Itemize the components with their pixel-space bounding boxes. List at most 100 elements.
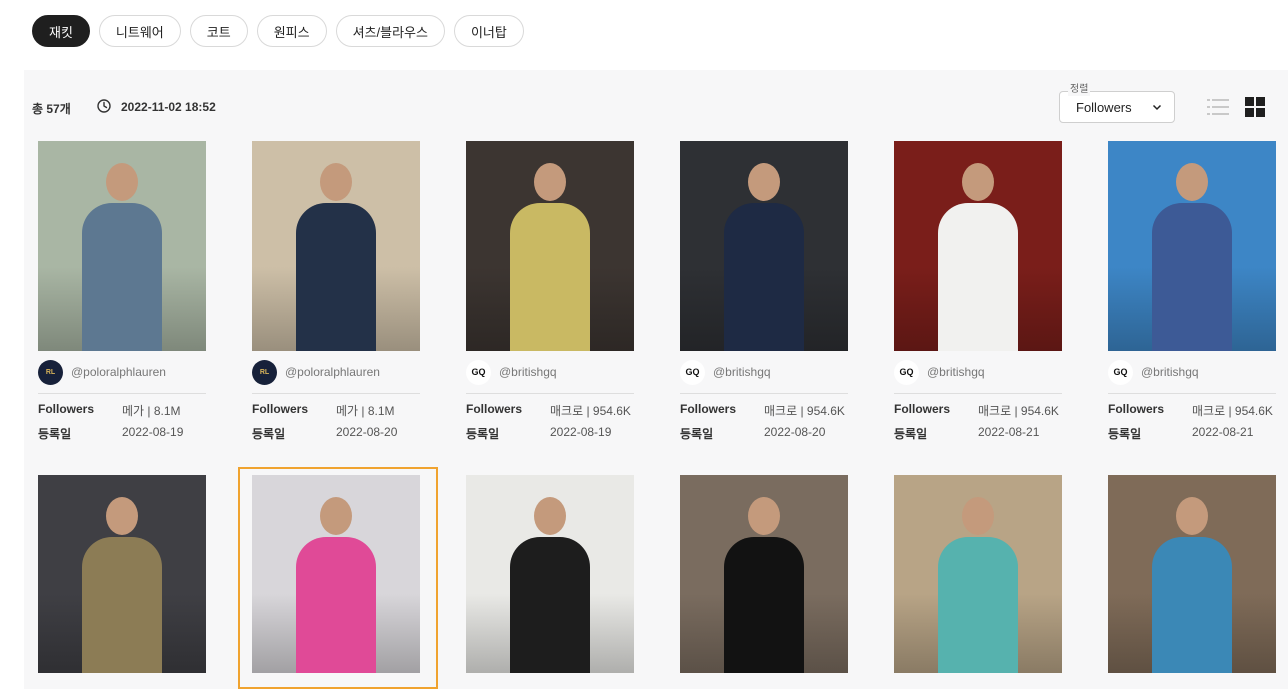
registered-label: 등록일 [1108,427,1142,441]
category-chip-shirt-blouse[interactable]: 셔츠/블라우스 [335,15,445,47]
person-head [106,163,138,201]
account-handle[interactable]: @britishgq [713,365,771,379]
followers-label: Followers [894,402,951,416]
registered-label: 등록일 [252,427,286,441]
influencer-card[interactable]: GQ @britishgq Followers 매크로 | 954.6K 등록일 2… [680,141,848,441]
post-photo[interactable] [894,141,1062,351]
person-head [534,163,566,201]
account-row: RL @poloralphlauren [252,358,420,394]
followers-label: Followers [1108,402,1165,416]
influencer-card[interactable]: RL @poloralphlauren Followers 메가 | 8.1M 등… [252,141,420,441]
influencer-card[interactable] [38,475,206,673]
post-photo[interactable] [38,475,206,673]
update-datetime: 2022-11-02 18:52 [121,100,216,114]
person-head [962,163,994,201]
registered-label: 등록일 [466,427,500,441]
registered-date: 2022-08-21 [978,425,1040,439]
person-body [1152,203,1232,351]
influencer-card[interactable] [894,475,1062,673]
gq-logo-icon: GQ [680,359,705,385]
registered-date: 2022-08-21 [1192,425,1254,439]
influencer-card[interactable] [1108,475,1276,673]
followers-label: Followers [466,402,523,416]
post-photo[interactable] [252,141,420,351]
account-row: GQ @britishgq [894,358,1062,394]
followers-value: 메가 | 8.1M [336,404,395,418]
post-photo[interactable] [1108,141,1276,351]
post-photo[interactable] [38,141,206,351]
followers-label: Followers [252,402,309,416]
influencer-card[interactable]: GQ @britishgq Followers 매크로 | 954.6K 등록일 2… [894,141,1062,441]
content-panel [24,70,1288,689]
sort-value: Followers [1076,100,1132,115]
person-body [724,537,804,673]
post-photo[interactable] [894,475,1062,673]
followers-label: Followers [38,402,95,416]
post-photo[interactable] [1108,475,1276,673]
account-handle[interactable]: @britishgq [927,365,985,379]
followers-value: 매크로 | 954.6K [764,404,845,418]
category-chip-knitwear[interactable]: 니트웨어 [98,15,181,47]
person-body [296,537,376,673]
person-head [320,163,352,201]
influencer-card[interactable] [252,475,420,673]
sort-label: 정렬 [1068,84,1091,96]
person-head [748,497,780,535]
account-handle[interactable]: @britishgq [499,365,557,379]
person-head [1176,497,1208,535]
registered-date: 2022-08-20 [764,425,826,439]
post-photo[interactable] [680,475,848,673]
followers-value: 메가 | 8.1M [122,404,181,418]
person-body [1152,537,1232,673]
gq-logo-icon: GQ [1108,359,1133,385]
grid-view-icon[interactable] [1245,97,1265,117]
person-head [1176,163,1208,201]
account-row: GQ @britishgq [1108,358,1276,394]
account-row: GQ @britishgq [466,358,634,394]
registered-date: 2022-08-20 [336,425,398,439]
registered-label: 등록일 [38,427,72,441]
account-handle[interactable]: @poloralphlauren [285,365,380,379]
person-body [82,203,162,351]
person-body [938,537,1018,673]
person-body [296,203,376,351]
person-body [724,203,804,351]
category-chip-dress[interactable]: 원피스 [256,15,327,47]
category-tabs: 재킷 니트웨어 코트 원피스 셔츠/블라우스 이너탑 [32,15,524,47]
followers-label: Followers [680,402,737,416]
avatar: RL [38,359,63,385]
person-body [938,203,1018,351]
post-photo[interactable] [680,141,848,351]
influencer-card[interactable]: GQ @britishgq Followers 매크로 | 954.6K 등록일 2… [466,141,634,441]
sort-select[interactable]: 정렬 Followers [1059,84,1175,123]
account-handle[interactable]: @poloralphlauren [71,365,166,379]
influencer-card[interactable] [466,475,634,673]
total-count: 총 57개 [32,102,71,116]
account-handle[interactable]: @britishgq [1141,365,1199,379]
registered-label: 등록일 [680,427,714,441]
gq-logo-icon: GQ [894,359,919,385]
account-row: GQ @britishgq [680,358,848,394]
category-chip-inner-top[interactable]: 이너탑 [453,15,524,47]
person-head [534,497,566,535]
registered-date: 2022-08-19 [122,425,184,439]
category-chip-jacket[interactable]: 재킷 [32,15,90,47]
chevron-down-icon [1152,104,1162,111]
clock-icon [97,99,111,113]
person-head [748,163,780,201]
category-chip-coat[interactable]: 코트 [189,15,248,47]
followers-value: 매크로 | 954.6K [978,404,1059,418]
post-photo[interactable] [466,141,634,351]
list-view-icon[interactable] [1207,97,1229,117]
post-photo[interactable] [466,475,634,673]
account-row: RL @poloralphlauren [38,358,206,394]
influencer-card[interactable]: GQ @britishgq Followers 매크로 | 954.6K 등록일 2… [1108,141,1276,441]
person-head [320,497,352,535]
registered-label: 등록일 [894,427,928,441]
followers-value: 매크로 | 954.6K [1192,404,1273,418]
post-photo[interactable] [252,475,420,673]
person-head [962,497,994,535]
influencer-card[interactable]: RL @poloralphlauren Followers 메가 | 8.1M 등… [38,141,206,441]
person-body [510,537,590,673]
influencer-card[interactable] [680,475,848,673]
